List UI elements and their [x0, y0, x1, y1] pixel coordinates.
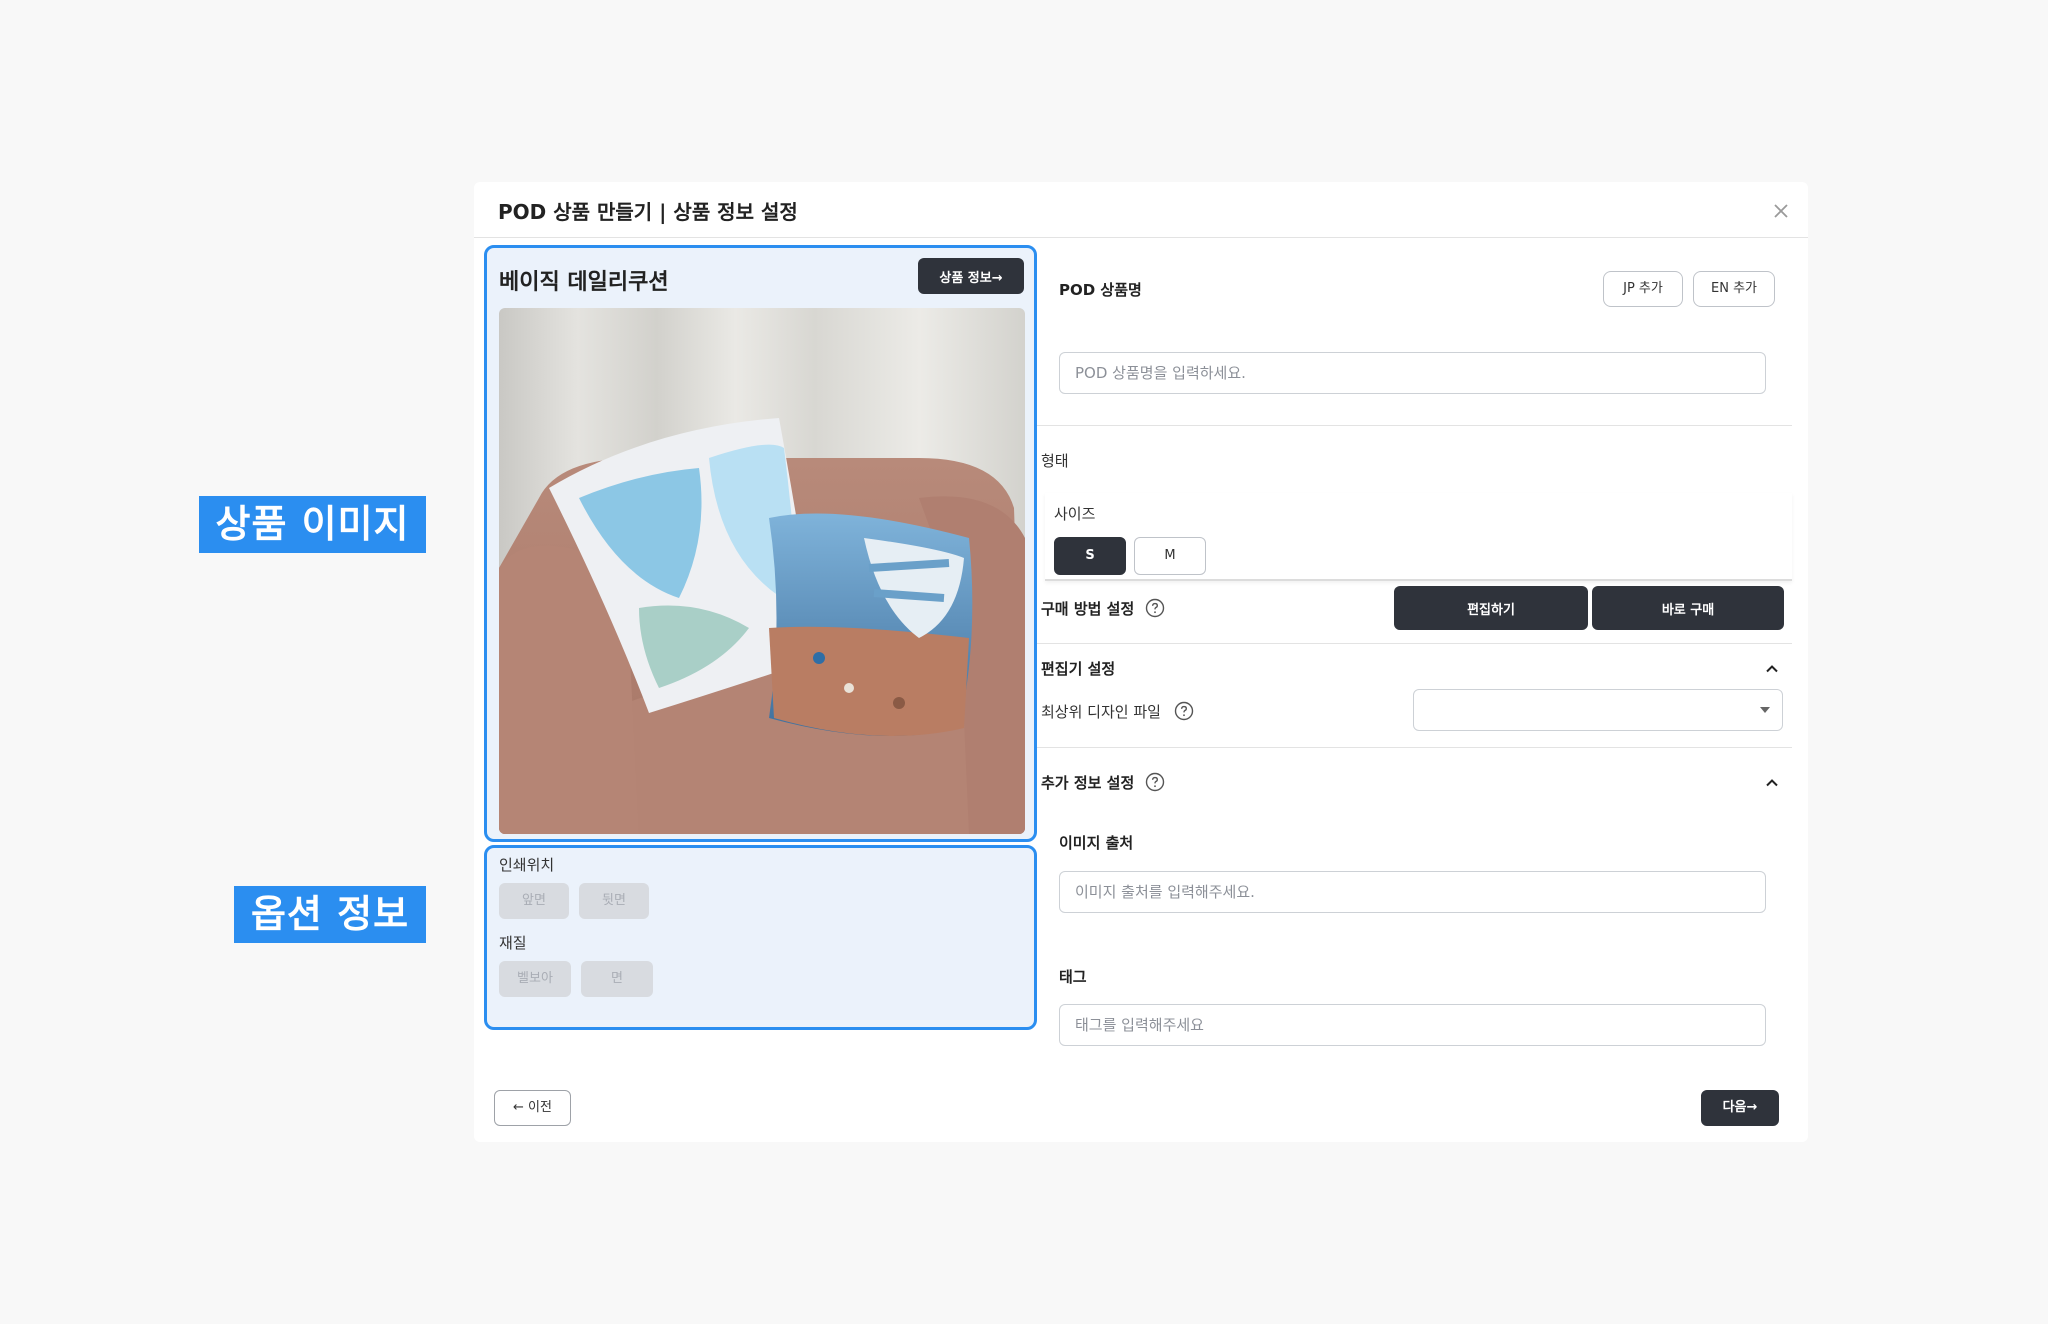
- en-add-button[interactable]: EN 추가: [1693, 271, 1775, 307]
- image-source-label: 이미지 출처: [1059, 834, 1134, 852]
- product-image-panel: 베이직 데일리쿠션 상품 정보→: [484, 245, 1037, 842]
- help-icon[interactable]: [1145, 598, 1165, 618]
- top-design-file-label: 최상위 디자인 파일: [1041, 703, 1161, 721]
- jp-add-button[interactable]: JP 추가: [1603, 271, 1683, 307]
- editor-settings-label: 편집기 설정: [1041, 660, 1116, 678]
- purchase-method-label: 구매 방법 설정: [1041, 600, 1135, 618]
- pod-name-input[interactable]: [1059, 352, 1766, 394]
- callout-product-image: 상품 이미지: [199, 496, 426, 553]
- tag-input[interactable]: [1059, 1004, 1766, 1046]
- edit-button[interactable]: 편집하기: [1394, 586, 1588, 630]
- callout-option-info: 옵션 정보: [234, 886, 426, 943]
- modal-title: POD 상품 만들기 | 상품 정보 설정: [498, 200, 798, 224]
- help-icon[interactable]: [1145, 772, 1165, 792]
- divider: [1037, 425, 1792, 426]
- chevron-up-icon[interactable]: [1763, 660, 1781, 678]
- divider: [1037, 747, 1792, 748]
- chevron-down-icon: [1760, 707, 1770, 713]
- next-button[interactable]: 다음→: [1701, 1090, 1779, 1126]
- buy-now-button[interactable]: 바로 구매: [1592, 586, 1784, 630]
- shape-label: 형태: [1041, 452, 1069, 470]
- help-icon[interactable]: [1174, 701, 1194, 721]
- product-info-button[interactable]: 상품 정보→: [918, 258, 1024, 294]
- size-label: 사이즈: [1054, 505, 1096, 523]
- modal-header: POD 상품 만들기 | 상품 정보 설정: [474, 182, 1808, 238]
- size-m-button[interactable]: M: [1134, 537, 1206, 575]
- divider: [1037, 643, 1792, 644]
- product-name: 베이직 데일리쿠션: [499, 270, 669, 295]
- size-panel: 사이즈 S M: [1045, 493, 1792, 581]
- print-position-front[interactable]: 앞면: [499, 883, 569, 919]
- material-velboa[interactable]: 벨보아: [499, 961, 571, 997]
- close-icon[interactable]: [1770, 200, 1792, 222]
- extra-info-label: 추가 정보 설정: [1041, 774, 1135, 792]
- pod-name-label: POD 상품명: [1059, 281, 1142, 299]
- option-info-panel: 인쇄위치 앞면 뒷면 재질 벨보아 면: [484, 845, 1037, 1030]
- chevron-up-icon[interactable]: [1763, 774, 1781, 792]
- top-design-file-select[interactable]: [1413, 689, 1783, 731]
- print-position-back[interactable]: 뒷면: [579, 883, 649, 919]
- pod-create-modal: POD 상품 만들기 | 상품 정보 설정 베이직 데일리쿠션 상품 정보→ 인…: [474, 182, 1808, 1142]
- prev-button[interactable]: ← 이전: [494, 1090, 571, 1126]
- product-photo: [499, 308, 1025, 834]
- image-source-input[interactable]: [1059, 871, 1766, 913]
- size-s-button[interactable]: S: [1054, 537, 1126, 575]
- material-cotton[interactable]: 면: [581, 961, 653, 997]
- tag-label: 태그: [1059, 968, 1087, 986]
- material-label: 재질: [499, 934, 527, 952]
- print-position-label: 인쇄위치: [499, 856, 555, 874]
